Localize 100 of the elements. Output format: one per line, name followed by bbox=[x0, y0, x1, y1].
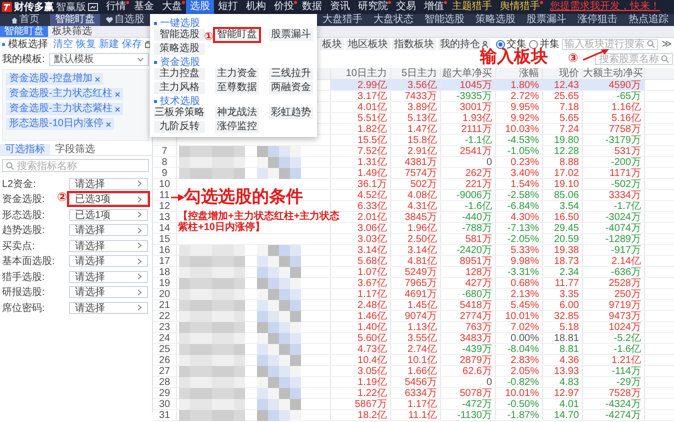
menu-option[interactable]: 三线拉升 bbox=[269, 68, 313, 80]
column-header[interactable]: 10日主力 bbox=[331, 68, 391, 79]
menu-option[interactable]: 股票漏斗 bbox=[269, 29, 313, 41]
table-cell[interactable]: 1.93亿 bbox=[441, 113, 496, 123]
menu-option[interactable]: 策略选股 bbox=[154, 43, 205, 55]
table-cell[interactable]: -9006万 bbox=[441, 190, 496, 200]
filter-select[interactable]: 请选择 bbox=[69, 302, 148, 314]
table-cell[interactable]: 427万 bbox=[441, 278, 496, 288]
table-cell[interactable]: 19.80 bbox=[543, 135, 583, 145]
page-tab[interactable]: 策略选股 bbox=[470, 14, 521, 26]
table-cell[interactable]: 8951万 bbox=[441, 256, 496, 266]
table-cell[interactable]: 5249万 bbox=[391, 267, 441, 277]
table-cell[interactable]: -1130万 bbox=[441, 410, 496, 420]
table-cell[interactable]: -0.82% bbox=[496, 377, 543, 387]
menu-item[interactable]: 舆情猎手 bbox=[496, 0, 544, 14]
table-cell[interactable]: 5.51亿 bbox=[331, 113, 391, 123]
table-cell[interactable]: 62.6万 bbox=[441, 366, 496, 376]
condition-tag[interactable]: 形态选股-10日内涨停 bbox=[6, 118, 114, 130]
table-cell[interactable]: -8.04% bbox=[496, 344, 543, 354]
menu-item[interactable]: 您提需求我开发，快来！ bbox=[546, 0, 664, 14]
column-header[interactable]: 大额主动净买 bbox=[583, 68, 645, 79]
table-cell[interactable]: 1.80% bbox=[496, 80, 543, 90]
table-cell[interactable]: 10.01% bbox=[496, 388, 543, 398]
sub-tab[interactable]: 智能盯盘 bbox=[0, 26, 48, 37]
menu-option[interactable]: 主力风格 bbox=[154, 82, 205, 94]
column-header[interactable]: 5日主力 bbox=[391, 68, 441, 79]
table-cell[interactable]: 6334万 bbox=[391, 388, 441, 398]
table-cell[interactable]: 10.01% bbox=[496, 311, 543, 321]
table-cell[interactable]: 6.00 bbox=[543, 300, 583, 310]
page-tab[interactable]: 涨停狙击 bbox=[572, 14, 623, 26]
table-cell[interactable]: 5867万 bbox=[331, 399, 391, 409]
table-cell[interactable]: 2.48亿 bbox=[331, 300, 391, 310]
table-cell[interactable]: 502万 bbox=[391, 179, 441, 189]
filter-select[interactable]: 请选择 bbox=[69, 255, 148, 268]
table-cell[interactable]: 7528万 bbox=[583, 388, 645, 398]
table-cell[interactable]: 0 bbox=[441, 377, 496, 387]
table-cell[interactable]: -1.05% bbox=[496, 146, 543, 156]
table-cell[interactable]: 3.14亿 bbox=[391, 245, 441, 255]
table-cell[interactable]: 5.45% bbox=[496, 300, 543, 310]
table-cell[interactable]: -1.87% bbox=[496, 410, 543, 420]
table-cell[interactable]: 1.31亿 bbox=[331, 157, 391, 167]
table-cell[interactable]: -1.7亿 bbox=[583, 201, 645, 211]
menu-option[interactable]: 涨停监控 bbox=[215, 121, 259, 133]
table-cell[interactable]: 1.19亿 bbox=[331, 377, 391, 387]
table-cell[interactable]: 1.96亿 bbox=[391, 223, 441, 233]
table-cell[interactable]: 1.22亿 bbox=[331, 388, 391, 398]
table-cell[interactable]: 1045万 bbox=[441, 80, 496, 90]
table-cell[interactable]: -29万 bbox=[583, 377, 645, 387]
table-cell[interactable]: 5.33% bbox=[496, 245, 543, 255]
table-cell[interactable]: 250万 bbox=[583, 289, 645, 299]
menu-item[interactable]: 资讯 bbox=[326, 0, 354, 14]
column-header[interactable]: 现价 bbox=[543, 68, 583, 79]
table-cell[interactable]: 4.01亿 bbox=[331, 102, 391, 112]
table-cell[interactable]: 2.91亿 bbox=[391, 146, 441, 156]
table-cell[interactable]: 4.52亿 bbox=[331, 190, 391, 200]
table-cell[interactable]: 0.23% bbox=[496, 157, 543, 167]
table-cell[interactable]: 5.68亿 bbox=[331, 256, 391, 266]
menu-option[interactable]: 主力资金 bbox=[215, 68, 259, 80]
table-cell[interactable]: 3845万 bbox=[391, 212, 441, 222]
menu-item[interactable]: 短打 bbox=[214, 0, 242, 14]
table-cell[interactable]: -4324万 bbox=[583, 399, 645, 409]
filter-select[interactable]: 请选择 bbox=[69, 178, 148, 190]
table-cell[interactable]: 1.07亿 bbox=[331, 267, 391, 277]
table-cell[interactable]: 1.45亿 bbox=[391, 300, 441, 310]
table-cell[interactable]: 2528万 bbox=[583, 278, 645, 288]
table-cell[interactable]: 1024万 bbox=[583, 322, 645, 332]
table-cell[interactable]: 3.89亿 bbox=[391, 102, 441, 112]
table-cell[interactable]: -4074万 bbox=[583, 223, 645, 233]
menu-item[interactable]: 数据 bbox=[298, 0, 326, 14]
table-cell[interactable]: -3024万 bbox=[583, 212, 645, 222]
condition-tag[interactable]: 资金选股-主力状态红柱 bbox=[6, 88, 124, 100]
column-header[interactable]: 涨幅 bbox=[496, 68, 543, 79]
table-cell[interactable]: 2.14亿 bbox=[583, 256, 645, 266]
table-cell[interactable]: 4.36 bbox=[543, 355, 583, 365]
table-cell[interactable]: 3.03亿 bbox=[331, 234, 391, 244]
table-cell[interactable]: 4.08亿 bbox=[391, 190, 441, 200]
table-cell[interactable]: 9.98% bbox=[496, 256, 543, 266]
action-link[interactable]: 清空 bbox=[53, 37, 73, 51]
table-cell[interactable]: 9.95% bbox=[496, 102, 543, 112]
panel-tab[interactable]: 字段筛选 bbox=[50, 144, 100, 155]
table-cell[interactable]: 2774万 bbox=[441, 311, 496, 321]
action-link[interactable]: 保存 bbox=[122, 37, 142, 51]
table-cell[interactable]: 128万 bbox=[441, 267, 496, 277]
menu-option[interactable]: 神龙战法 bbox=[215, 107, 259, 119]
table-cell[interactable]: 1.40亿 bbox=[331, 322, 391, 332]
table-cell[interactable]: 4.01 bbox=[543, 399, 583, 409]
table-cell[interactable]: 18.73 bbox=[543, 256, 583, 266]
table-cell[interactable]: 20.59 bbox=[543, 234, 583, 244]
table-cell[interactable]: 7433万 bbox=[391, 91, 441, 101]
table-cell[interactable]: -1.6亿 bbox=[583, 344, 645, 354]
table-cell[interactable]: 3.56亿 bbox=[391, 80, 441, 90]
table-cell[interactable]: 3.67亿 bbox=[331, 278, 391, 288]
menu-option[interactable]: 主力控盘 bbox=[154, 68, 205, 80]
condition-tag[interactable]: 资金选股-主力状态紫柱 bbox=[6, 103, 124, 115]
page-tab[interactable]: 热点追踪 bbox=[623, 14, 674, 26]
table-cell[interactable]: 12.97 bbox=[543, 388, 583, 398]
table-cell[interactable]: 6.33亿 bbox=[331, 201, 391, 211]
table-cell[interactable]: 3.17亿 bbox=[331, 91, 391, 101]
page-tab[interactable]: 首页 bbox=[0, 14, 50, 26]
filter-select[interactable]: 请选择 bbox=[69, 286, 148, 298]
